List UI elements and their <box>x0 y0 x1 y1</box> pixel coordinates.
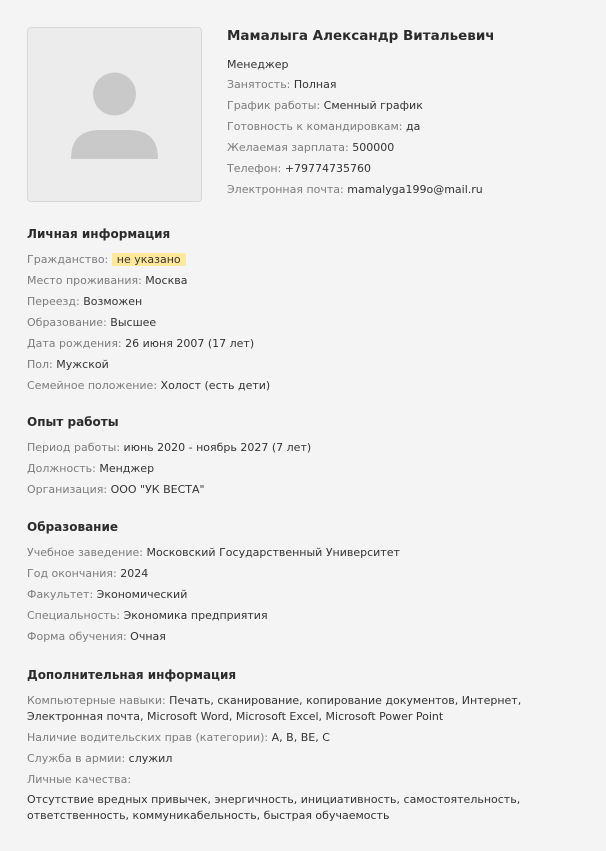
additional-info-section: Дополнительная информация Компьютерные н… <box>27 667 587 824</box>
phone-row: Телефон: +79774735760 <box>227 161 597 182</box>
field-label: Образование: <box>27 316 107 329</box>
field-label: Период работы: <box>27 441 121 454</box>
field-value: июнь 2020 - ноябрь 2027 (7 лет) <box>123 441 312 454</box>
field-value: ООО "УК ВЕСТА" <box>110 483 205 496</box>
resume-header: Мамалыга Александр Витальевич Менеджер З… <box>227 27 597 203</box>
employment-row: Занятость: Полная <box>227 77 597 98</box>
field-label: Телефон: <box>227 162 282 175</box>
birth-date-row: Дата рождения: 26 июня 2007 (17 лет) <box>27 336 587 357</box>
field-label: Наличие водительских прав (категории): <box>27 731 269 744</box>
field-value: Экономический <box>96 588 188 601</box>
field-value: Мужской <box>56 358 109 371</box>
field-value: Полная <box>293 78 337 91</box>
field-label: Служба в армии: <box>27 752 126 765</box>
field-label: Специальность: <box>27 609 121 622</box>
field-value: 500000 <box>352 141 395 154</box>
field-value: Возможен <box>83 295 143 308</box>
driver-license-row: Наличие водительских прав (категории): A… <box>27 730 587 751</box>
graduation-year-row: Год окончания: 2024 <box>27 566 587 587</box>
study-form-row: Форма обучения: Очная <box>27 629 587 650</box>
field-label: Форма обучения: <box>27 630 127 643</box>
job-title-row: Должность: Менджер <box>27 461 587 482</box>
personal-qualities-row: Личные качества: Отсутствие вредных прив… <box>27 772 587 824</box>
education-section: Образование Учебное заведение: Московски… <box>27 519 587 650</box>
citizenship-badge: не указано <box>111 253 186 266</box>
field-value: да <box>406 120 421 133</box>
candidate-position: Менеджер <box>227 58 289 71</box>
field-label: Дата рождения: <box>27 337 122 350</box>
organization-row: Организация: ООО "УК ВЕСТА" <box>27 482 587 503</box>
field-label: График работы: <box>227 99 321 112</box>
military-service-row: Служба в армии: служил <box>27 751 587 772</box>
citizenship-row: Гражданство: не указано <box>27 252 587 273</box>
phone-value[interactable]: +79774735760 <box>285 162 371 175</box>
salary-row: Желаемая зарплата: 500000 <box>227 140 597 161</box>
field-label: Гражданство: <box>27 253 109 266</box>
field-label: Организация: <box>27 483 108 496</box>
email-row: Электронная почта: mamalyga199o@mail.ru <box>227 182 597 203</box>
institution-row: Учебное заведение: Московский Государств… <box>27 545 587 566</box>
section-title: Образование <box>27 520 119 534</box>
field-label: Пол: <box>27 358 53 371</box>
field-value: Московский Государственный Университет <box>146 546 400 559</box>
education-level-row: Образование: Высшее <box>27 315 587 336</box>
schedule-row: График работы: Сменный график <box>227 98 597 119</box>
field-value: 26 июня 2007 (17 лет) <box>125 337 255 350</box>
field-label: Личные качества: <box>27 773 132 786</box>
field-value: Холост (есть дети) <box>160 379 271 392</box>
field-label: Должность: <box>27 462 96 475</box>
field-label: Занятость: <box>227 78 291 91</box>
personal-info-section: Личная информация Гражданство: не указан… <box>27 226 587 399</box>
computer-skills-row: Компьютерные навыки: Печать, сканировани… <box>27 693 587 725</box>
field-value: Сменный график <box>323 99 423 112</box>
field-value: Очная <box>130 630 166 643</box>
field-value: Экономика предприятия <box>123 609 268 622</box>
profile-photo <box>27 27 202 202</box>
field-label: Год окончания: <box>27 567 117 580</box>
field-label: Переезд: <box>27 295 80 308</box>
section-title: Дополнительная информация <box>27 668 237 682</box>
field-value: служил <box>128 752 173 765</box>
field-value: Менджер <box>99 462 155 475</box>
field-label: Учебное заведение: <box>27 546 143 559</box>
field-label: Компьютерные навыки: <box>27 694 166 707</box>
field-label: Готовность к командировкам: <box>227 120 403 133</box>
resume-page: Мамалыга Александр Витальевич Менеджер З… <box>0 0 606 851</box>
field-value: Высшее <box>110 316 157 329</box>
business-trip-row: Готовность к командировкам: да <box>227 119 597 140</box>
field-label: Желаемая зарплата: <box>227 141 349 154</box>
email-value[interactable]: mamalyga199o@mail.ru <box>347 183 483 196</box>
field-label: Место проживания: <box>27 274 142 287</box>
work-period-row: Период работы: июнь 2020 - ноябрь 2027 (… <box>27 440 587 461</box>
field-label: Факультет: <box>27 588 94 601</box>
candidate-name: Мамалыга Александр Витальевич <box>227 28 495 44</box>
field-label: Электронная почта: <box>227 183 344 196</box>
field-value: A, B, BE, C <box>271 731 330 744</box>
work-experience-section: Опыт работы Период работы: июнь 2020 - н… <box>27 414 587 503</box>
relocation-row: Переезд: Возможен <box>27 294 587 315</box>
field-label: Семейное положение: <box>27 379 158 392</box>
field-value: Отсутствие вредных привычек, энергичност… <box>27 793 521 822</box>
section-title: Опыт работы <box>27 415 119 429</box>
section-title: Личная информация <box>27 227 171 241</box>
faculty-row: Факультет: Экономический <box>27 587 587 608</box>
gender-row: Пол: Мужской <box>27 357 587 378</box>
residence-row: Место проживания: Москва <box>27 273 587 294</box>
user-avatar-placeholder-icon <box>71 72 158 159</box>
field-value: 2024 <box>120 567 149 580</box>
specialty-row: Специальность: Экономика предприятия <box>27 608 587 629</box>
field-value: Москва <box>145 274 188 287</box>
marital-status-row: Семейное положение: Холост (есть дети) <box>27 378 587 399</box>
